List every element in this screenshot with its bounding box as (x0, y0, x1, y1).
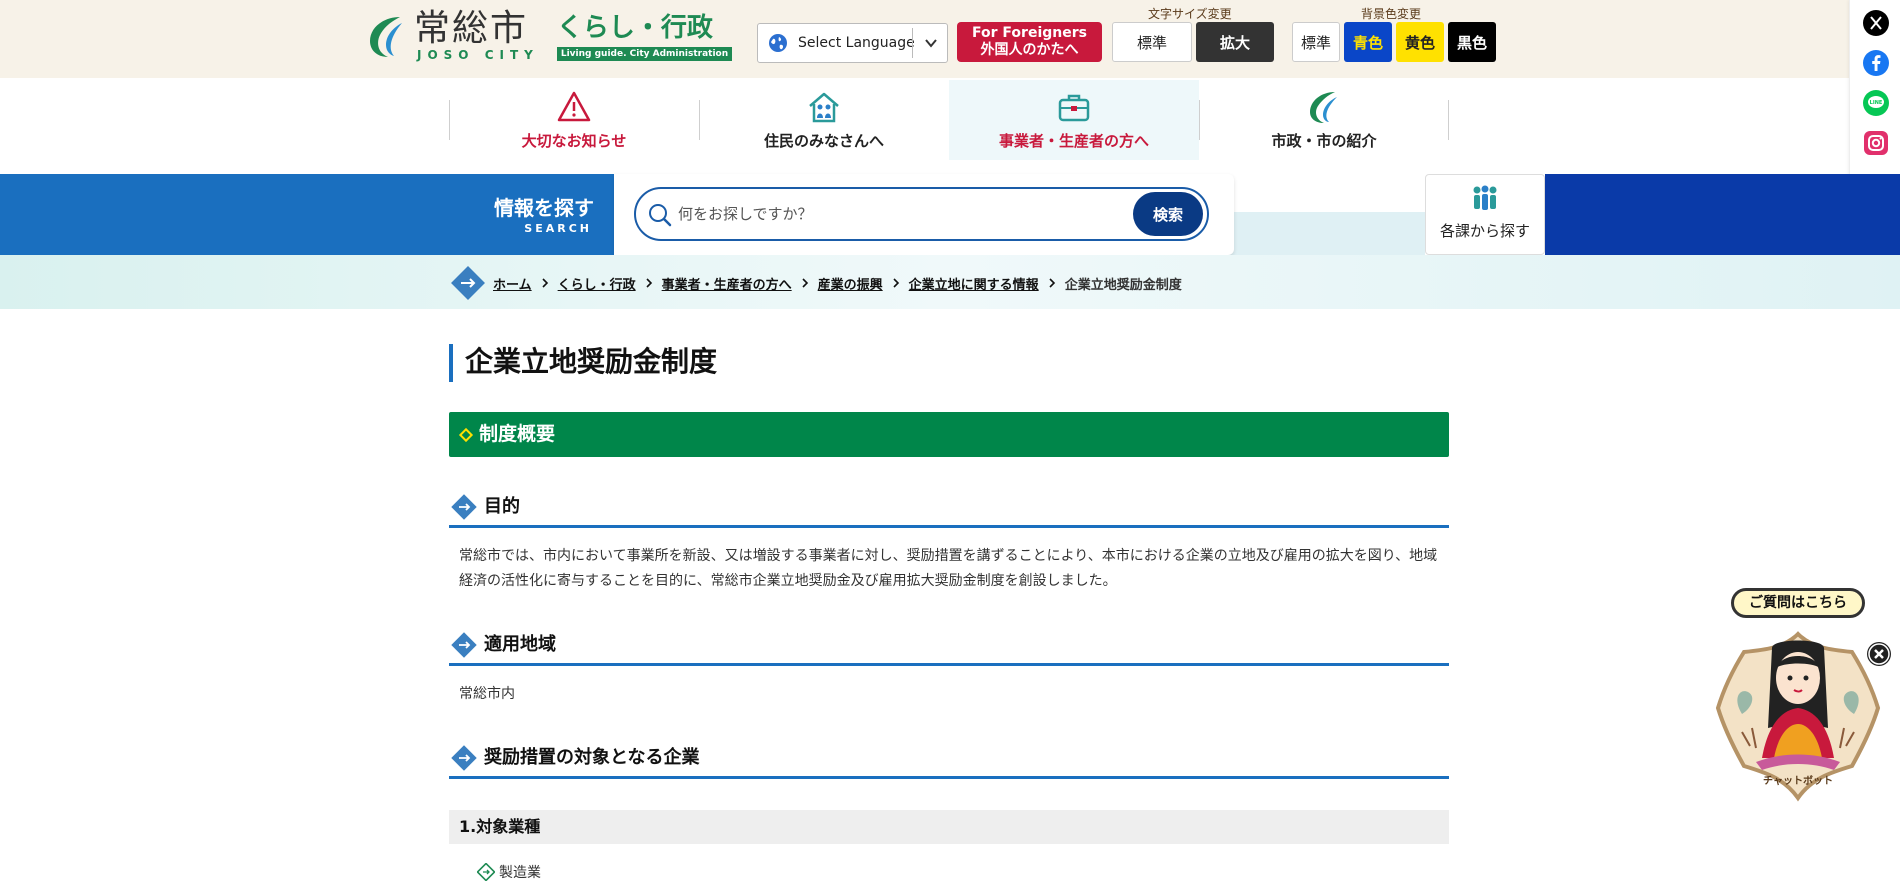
section-heading: 制度概要 (449, 412, 1449, 457)
nav-item-residents[interactable]: 住民のみなさんへ (699, 80, 949, 160)
list-item-text: 製造業 (499, 865, 541, 881)
line-icon[interactable]: LINE (1863, 90, 1889, 116)
nav-item-important-notice[interactable]: 大切なお知らせ (449, 80, 699, 160)
bg-black-button[interactable]: 黒色 (1448, 22, 1496, 62)
search-icon (649, 204, 672, 227)
chatbot-character-icon: チャットボット (1715, 631, 1881, 802)
subheading-target: 奨励措置の対象となる企業 (449, 737, 1449, 779)
briefcase-icon (1058, 94, 1090, 122)
joso-leaf-logo-icon (370, 17, 402, 57)
nav-label: 事業者・生産者の方へ (998, 132, 1149, 150)
globe-icon (769, 34, 787, 52)
nav-divider (1448, 100, 1449, 140)
nav-label: 市政・市の紹介 (1271, 132, 1377, 150)
chatbot-bubble[interactable]: ご質問はこちら (1731, 588, 1865, 618)
subheading-text: 目的 (484, 496, 520, 517)
nav-label: 住民のみなさんへ (763, 132, 884, 150)
nav-item-city-intro[interactable]: 市政・市の紹介 (1199, 80, 1449, 160)
font-size-label: 文字サイズ変更 (1148, 7, 1232, 21)
facebook-icon[interactable] (1863, 50, 1889, 76)
search-by-department-button[interactable]: 各課から探す (1425, 174, 1545, 255)
x-icon[interactable] (1863, 10, 1889, 36)
language-divider (912, 28, 913, 58)
breadcrumb-living[interactable]: くらし・行政 (558, 274, 636, 293)
warning-icon (557, 91, 591, 122)
breadcrumb-industry[interactable]: 産業の振興 (818, 274, 883, 293)
breadcrumb-location-info[interactable]: 企業立地に関する情報 (909, 274, 1039, 293)
chevron-right-icon (893, 278, 899, 288)
logo-category-sub: Living guide. City Administration (556, 46, 733, 61)
area-paragraph: 常総市内 (459, 686, 515, 702)
breadcrumb-current: 企業立地奨励金制度 (1064, 277, 1182, 293)
section-heading-text: 制度概要 (479, 423, 556, 445)
logo-city-name: 常総市 (414, 8, 529, 49)
subheading-text: 適用地域 (484, 634, 556, 655)
diamond-icon (458, 427, 474, 443)
font-size-large-button[interactable]: 拡大 (1196, 22, 1274, 62)
bg-standard-button[interactable]: 標準 (1292, 22, 1340, 62)
bg-blue-button[interactable]: 青色 (1344, 22, 1392, 62)
language-select[interactable]: Select Language (757, 23, 948, 63)
purpose-paragraph: 常総市では、市内において事業所を新設、又は増設する事業者に対し、奨励措置を講ずる… (459, 548, 1438, 589)
search-box: 検索 (634, 187, 1209, 241)
search-input[interactable] (678, 201, 1118, 227)
search-button[interactable]: 検索 (1133, 192, 1203, 236)
site-logo[interactable]: 常総市 JOSO CITY くらし・行政 Living guide. City … (366, 8, 733, 62)
instagram-icon[interactable] (1863, 130, 1889, 156)
department-label: 各課から探す (1439, 222, 1530, 240)
breadcrumb-business[interactable]: 事業者・生産者の方へ (662, 274, 792, 293)
svg-text:LINE: LINE (1870, 100, 1883, 106)
foreigners-label-ja: 外国人のかたへ (980, 42, 1079, 58)
search-band-right (1545, 174, 1900, 255)
logo-category: くらし・行政 (556, 12, 713, 43)
page-title: 企業立地奨励金制度 (449, 344, 717, 382)
chatbot-launcher[interactable]: チャットボット (1712, 628, 1884, 808)
chevron-right-icon (542, 278, 548, 288)
nav-label: 大切なお知らせ (521, 132, 627, 150)
breadcrumb: ホーム くらし・行政 事業者・生産者の方へ 産業の振興 企業立地に関する情報 企… (451, 266, 1182, 300)
chevron-right-icon (802, 278, 808, 288)
breadcrumb-home[interactable]: ホーム (493, 274, 532, 293)
arrow-diamond-icon (451, 745, 477, 771)
city-leaf-icon (1310, 92, 1337, 123)
subheading-purpose: 目的 (449, 486, 1449, 528)
nav-item-business[interactable]: 事業者・生産者の方へ (949, 80, 1199, 160)
top-bar: 常総市 JOSO CITY くらし・行政 Living guide. City … (0, 0, 1900, 78)
breadcrumb-home-icon (451, 266, 485, 300)
chevron-right-icon (1049, 278, 1055, 288)
search-title: 情報を探す (494, 196, 594, 220)
chatbot-label: チャットボット (1763, 774, 1833, 787)
chevron-right-icon (646, 278, 652, 288)
list-diamond-icon (477, 863, 495, 881)
home-people-icon (809, 92, 839, 123)
for-foreigners-button[interactable]: For Foreigners 外国人のかたへ (957, 22, 1102, 62)
subheading-area: 適用地域 (449, 624, 1449, 666)
chevron-down-icon[interactable] (924, 36, 938, 50)
main-nav: 大切なお知らせ 住民のみなさんへ 事業者・生産者の方へ 市政・市の紹介 (449, 80, 1449, 174)
logo-city-sub: JOSO CITY (417, 48, 539, 62)
arrow-diamond-icon (451, 632, 477, 658)
people-group-icon (1473, 185, 1497, 210)
bg-color-label: 背景色変更 (1361, 7, 1422, 21)
list-item: 製造業 (477, 862, 541, 882)
arrow-diamond-icon (451, 494, 477, 520)
bg-yellow-button[interactable]: 黄色 (1396, 22, 1444, 62)
foreigners-label-en: For Foreigners (972, 25, 1087, 41)
language-label: Select Language (798, 35, 915, 51)
search-subtitle: SEARCH (524, 222, 592, 235)
subsection-industry: 1.対象業種 (449, 810, 1449, 844)
font-size-standard-button[interactable]: 標準 (1112, 22, 1192, 62)
subheading-text: 奨励措置の対象となる企業 (484, 747, 700, 768)
search-panel: 検索 (614, 174, 1234, 255)
